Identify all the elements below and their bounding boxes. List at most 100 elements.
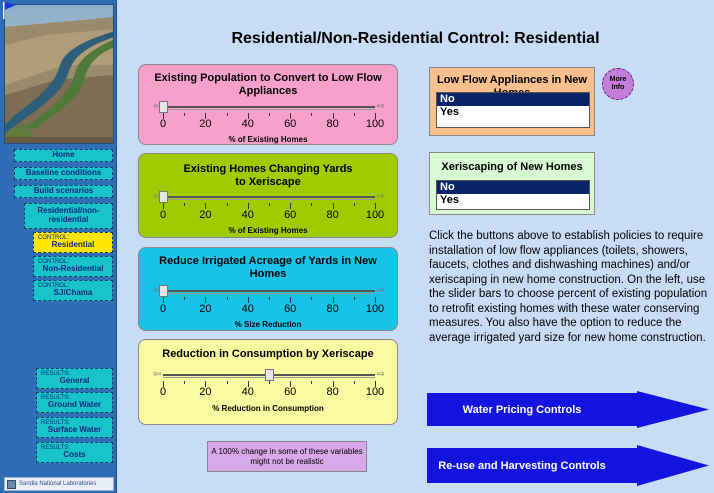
xeriscape-listbox[interactable]: No Yes — [436, 180, 590, 210]
slider-tick-label: 0 — [159, 118, 167, 130]
slider-title: Reduction in Consumption by Xeriscape — [162, 348, 374, 360]
river-canyon-photo — [4, 4, 114, 144]
slider-thumb[interactable] — [158, 101, 168, 113]
sjchama-label: SJ/Chama — [53, 288, 93, 298]
sidebar: Home Baseline conditions Build scenarios… — [0, 0, 117, 493]
slider-panel-xeriscape-retrofit: Existing Homes Changing Yards to Xerisca… — [138, 153, 398, 238]
slider-tick-label: 20 — [199, 303, 212, 315]
baseline-conditions-button[interactable]: Baseline conditions — [14, 167, 113, 180]
control-nonresidential-button[interactable]: CONTROL: Non-Residential — [33, 256, 113, 277]
lowflow-listbox[interactable]: No Yes — [436, 92, 590, 128]
slider-left-arrow-icon[interactable]: ⇦ — [153, 369, 163, 381]
slider-minor-tick — [269, 113, 270, 116]
slider-minor-tick — [353, 381, 355, 384]
lowflow-option-yes[interactable]: Yes — [437, 106, 589, 119]
slider-units: % Size Reduction — [234, 320, 302, 329]
control-residential-button[interactable]: CONTROL: Residential — [33, 232, 113, 253]
slider-track — [163, 196, 375, 198]
slider-title: Existing Homes Changing Yards to Xerisca… — [183, 163, 353, 188]
xeriscape-option-no[interactable]: No — [437, 181, 589, 194]
lowflow-retrofit-slider[interactable]: ⇦ ⇨ — [153, 101, 385, 113]
groundwater-label: Ground Water — [47, 400, 102, 410]
slider-units: % of Existing Homes — [228, 226, 308, 235]
slider-title: Existing Population to Convert to Low Fl… — [154, 72, 382, 97]
xeriscape-retrofit-slider[interactable]: ⇦ ⇨ — [153, 191, 385, 203]
slider-tick-labels: 0 20 40 60 80 100 — [159, 386, 384, 399]
slider-minor-tick — [269, 297, 270, 300]
lowflow-option-no[interactable]: No — [437, 93, 589, 106]
slider-tick-label: 40 — [241, 386, 254, 398]
slider-minor-tick — [226, 297, 228, 300]
slider-tick-label: 40 — [241, 303, 254, 315]
water-pricing-controls-button[interactable]: Water Pricing Controls — [427, 391, 709, 428]
slider-minor-tick — [269, 381, 270, 384]
slider-minor-tick — [311, 381, 313, 384]
slider-minor-tick — [311, 297, 313, 300]
more-info-button[interactable]: More Info — [602, 68, 634, 100]
warning-note: A 100% change in some of these variables… — [207, 441, 367, 472]
consumption-reduction-slider[interactable]: ⇦ ⇨ — [153, 369, 385, 381]
slider-thumb[interactable] — [158, 191, 168, 203]
slider-panel-consumption-reduction: Reduction in Consumption by Xeriscape ⇦ … — [138, 339, 398, 425]
xeriscape-new-homes-panel: Xeriscaping of New Homes No Yes — [429, 152, 595, 215]
results-surfacewater-button[interactable]: RESULTS: Surface Water — [36, 417, 113, 438]
control-sjchama-button[interactable]: CONTROL: SJ/Chama — [33, 280, 113, 301]
home-button[interactable]: Home — [14, 149, 113, 162]
slider-minor-tick — [184, 381, 186, 384]
slider-tick-label: 100 — [365, 209, 385, 221]
slider-track-shadow — [163, 293, 375, 294]
slider-tick-label: 60 — [284, 303, 297, 315]
slider-right-arrow-icon[interactable]: ⇨ — [375, 369, 385, 381]
slider-units: % of Existing Homes — [228, 135, 308, 144]
slider-minor-tick — [311, 203, 313, 206]
results-general-button[interactable]: RESULTS: General — [36, 368, 113, 389]
slider-thumb[interactable] — [264, 369, 274, 381]
slider-title: Reduce Irrigated Acreage of Yards in New… — [159, 255, 377, 280]
slider-track-shadow — [163, 109, 375, 110]
slider-right-arrow-icon[interactable]: ⇨ — [375, 101, 385, 113]
baseline-label: Baseline conditions — [25, 168, 102, 178]
slider-tick-label: 40 — [241, 209, 254, 221]
sandia-logo: Sandia National Laboratories — [4, 477, 114, 491]
slider-tick-label: 0 — [159, 209, 167, 221]
slider-tick-label: 100 — [365, 303, 385, 315]
yard-reduction-slider[interactable]: ⇦ ⇨ — [153, 285, 385, 297]
results-costs-button[interactable]: RESULTS: Costs — [36, 442, 113, 463]
reuse-harvesting-label: Re-use and Harvesting Controls — [438, 459, 606, 472]
slider-minor-tick — [184, 113, 186, 116]
slider-minor-tick — [184, 203, 186, 206]
slider-minor-tick — [311, 113, 313, 116]
reuse-harvesting-controls-button[interactable]: Re-use and Harvesting Controls — [427, 445, 709, 486]
slider-tick-label: 20 — [199, 118, 212, 130]
flag-icon — [3, 2, 16, 19]
slider-panel-yard-reduction: Reduce Irrigated Acreage of Yards in New… — [138, 247, 398, 331]
nonresidential-label: Non-Residential — [42, 264, 104, 274]
slider-minor-tick — [353, 203, 355, 206]
slider-tick-label: 0 — [159, 386, 167, 398]
results-groundwater-button[interactable]: RESULTS: Ground Water — [36, 392, 113, 413]
surfacewater-label: Surface Water — [47, 425, 102, 435]
xeriscape-option-yes[interactable]: Yes — [437, 194, 589, 207]
build-scenarios-button[interactable]: Build scenarios — [14, 185, 113, 198]
slider-minor-tick — [226, 203, 228, 206]
warning-text: A 100% change in some of these variables… — [211, 446, 363, 466]
slider-track — [163, 290, 375, 292]
sandia-logo-text: Sandia National Laboratories — [19, 481, 97, 487]
slider-tick-label: 40 — [241, 118, 254, 130]
slider-thumb[interactable] — [158, 285, 168, 297]
general-label: General — [59, 376, 90, 386]
slider-panel-lowflow-retrofit: Existing Population to Convert to Low Fl… — [138, 64, 398, 145]
sandia-logo-icon — [7, 479, 16, 489]
slider-units: % Reduction in Consumption — [212, 404, 324, 413]
slider-minor-tick — [226, 113, 228, 116]
slider-tick-label: 100 — [365, 118, 385, 130]
slider-minor-tick — [184, 297, 186, 300]
slider-minor-tick — [353, 113, 355, 116]
costs-label: Costs — [63, 450, 86, 460]
slider-right-arrow-icon[interactable]: ⇨ — [375, 191, 385, 203]
slider-right-arrow-icon[interactable]: ⇨ — [375, 285, 385, 297]
slider-minor-tick — [226, 381, 228, 384]
slider-tick-label: 60 — [284, 386, 297, 398]
residential-nonresidential-button[interactable]: Residential/non-residential — [24, 203, 113, 229]
slider-tick-label: 80 — [326, 386, 339, 398]
